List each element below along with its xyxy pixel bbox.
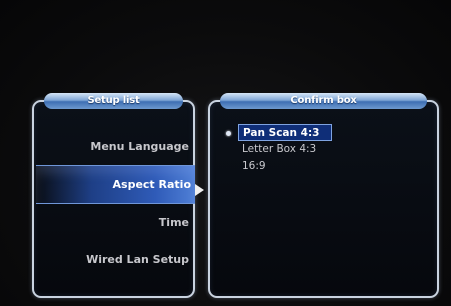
setup-item-label: Time [158, 216, 189, 229]
option-label: Letter Box 4:3 [242, 143, 317, 155]
option-letter-box[interactable]: Letter Box 4:3 [238, 141, 332, 158]
setup-item-label: Menu Language [90, 140, 189, 153]
confirm-box-title: Confirm box [220, 93, 427, 109]
setup-item-menu-language[interactable]: Menu Language [34, 128, 193, 165]
setup-list-title: Setup list [44, 93, 183, 109]
confirm-options-list: Pan Scan 4:3 Letter Box 4:3 16:9 [226, 124, 332, 175]
option-pan-scan[interactable]: Pan Scan 4:3 [226, 124, 332, 141]
triangle-right-icon [195, 184, 204, 196]
setup-item-time[interactable]: Time [34, 204, 193, 241]
setup-item-aspect-ratio[interactable]: Aspect Ratio [36, 165, 195, 204]
option-label: Pan Scan 4:3 [243, 127, 320, 139]
confirm-box-panel: Confirm box Pan Scan 4:3 Letter Box 4:3 … [208, 93, 439, 298]
setup-list-panel: Setup list Menu Language Aspect Ratio Ti… [32, 93, 195, 298]
setup-item-wired-lan-setup[interactable]: Wired Lan Setup [34, 241, 193, 278]
selection-dot-icon [226, 131, 231, 136]
setup-item-label: Wired Lan Setup [86, 253, 189, 266]
option-label: 16:9 [242, 160, 266, 172]
option-16-9[interactable]: 16:9 [238, 158, 332, 175]
osd-screen: Setup list Menu Language Aspect Ratio Ti… [0, 0, 451, 306]
setup-item-label: Aspect Ratio [112, 178, 191, 191]
setup-list: Menu Language Aspect Ratio Time Wired La… [34, 128, 195, 278]
